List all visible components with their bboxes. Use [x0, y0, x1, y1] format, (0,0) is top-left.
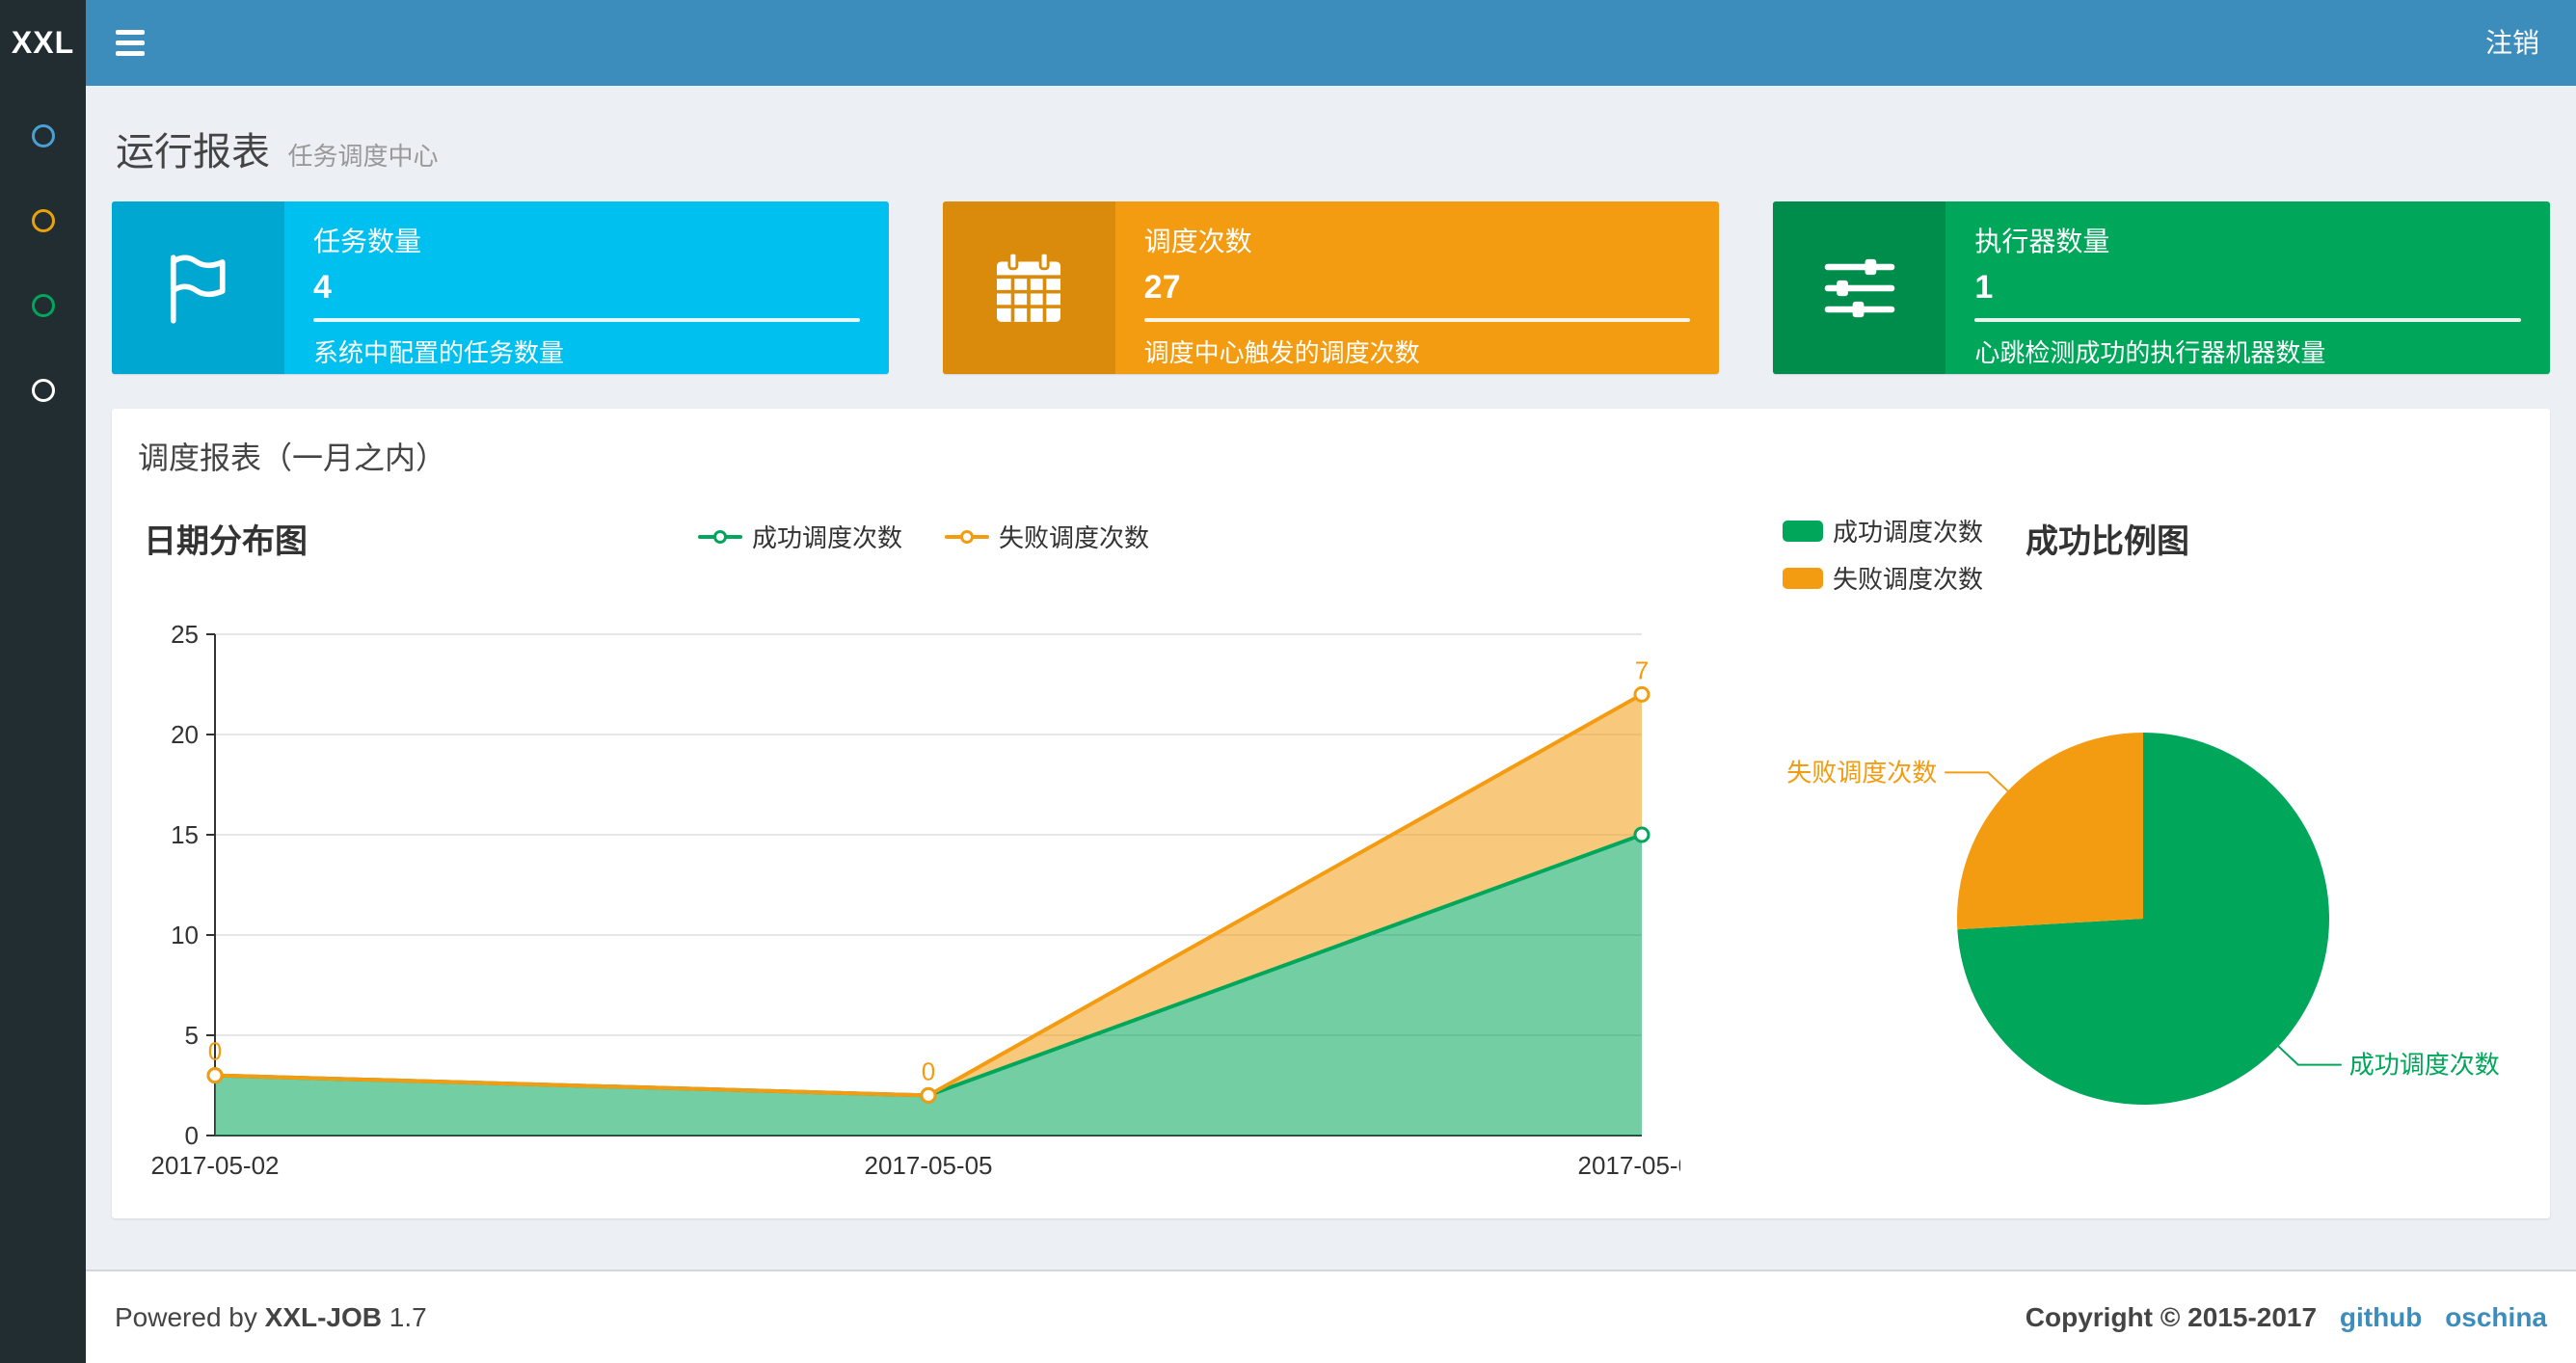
- legend-swatch: [1783, 520, 1823, 542]
- product-name: XXL-JOB: [264, 1301, 383, 1332]
- svg-text:20: 20: [171, 720, 199, 749]
- copyright-text: Copyright © 2015-2017: [2025, 1301, 2318, 1332]
- navbar-spacer: [174, 0, 2449, 86]
- info-box-desc: 系统中配置的任务数量: [313, 338, 565, 367]
- pie-chart-svg[interactable]: 成功调度次数 失败调度次数: [1709, 596, 2524, 1116]
- panel-body: 日期分布图 成功调度次数 失败调度次数 0 5 10 15 20 25 2017-05-02…: [112, 497, 2550, 1218]
- panel-title: 调度报表（一月之内）: [138, 441, 447, 475]
- svg-text:0: 0: [208, 1037, 222, 1066]
- info-box-content: 调度次数 27 调度中心触发的调度次数: [1115, 201, 1720, 374]
- svg-text:15: 15: [171, 820, 199, 849]
- legend-marker-dot: [712, 529, 727, 544]
- legend-item-fail[interactable]: 失败调度次数: [945, 519, 1149, 554]
- circle-icon: [31, 209, 55, 232]
- info-box-desc: 心跳检测成功的执行器机器数量: [1974, 338, 2326, 367]
- github-link[interactable]: github: [2340, 1302, 2423, 1332]
- circle-icon: [31, 379, 55, 402]
- sidebar-item-logs[interactable]: [0, 263, 86, 348]
- footer: Powered by XXL-JOB 1.7 Copyright © 2015-…: [86, 1269, 2576, 1363]
- page-header: 运行报表 任务调度中心: [112, 86, 2550, 201]
- info-box-executor-count: 执行器数量 1 心跳检测成功的执行器机器数量: [1773, 201, 2551, 374]
- svg-text:0: 0: [922, 1056, 935, 1085]
- pie-chart-section: 成功调度次数 失败调度次数 成功比例图 成功调度次数 失败调度次数: [1709, 505, 2524, 1193]
- logout-button[interactable]: 注销: [2449, 0, 2576, 86]
- powered-by-prefix: Powered by: [115, 1301, 257, 1332]
- info-box-value: 4: [313, 269, 332, 306]
- line-legend-marker: [945, 529, 989, 544]
- info-box-desc: 调度中心触发的调度次数: [1143, 338, 1420, 367]
- legend-item-fail[interactable]: 失败调度次数: [1783, 560, 1983, 596]
- hamburger-icon: [116, 30, 145, 35]
- pie-chart-title: 成功比例图: [2026, 523, 2190, 560]
- info-box-label: 调度次数: [1143, 227, 1252, 256]
- info-box-content: 任务数量 4 系统中配置的任务数量: [284, 201, 889, 374]
- page-subtitle: 任务调度中心: [287, 142, 439, 171]
- sidebar: [0, 86, 86, 1363]
- info-box-value: 27: [1143, 269, 1181, 306]
- svg-text:2017-05-05: 2017-05-05: [865, 1151, 993, 1180]
- svg-text:7: 7: [1635, 655, 1649, 684]
- line-legend-marker: [697, 529, 742, 544]
- svg-text:5: 5: [185, 1021, 199, 1050]
- report-panel: 调度报表（一月之内） 日期分布图 成功调度次数 失败调度次数 0 5 10 15…: [112, 409, 2550, 1218]
- legend-swatch: [1783, 567, 1823, 589]
- calendar-icon: [997, 251, 1061, 322]
- sidebar-item-report[interactable]: [0, 94, 86, 178]
- info-box-icon-area: [112, 201, 284, 374]
- oschina-link[interactable]: oschina: [2445, 1302, 2547, 1332]
- line-chart-header: 日期分布图 成功调度次数 失败调度次数: [138, 505, 1709, 567]
- info-box-row: 任务数量 4 系统中配置的任务数量 调度次数 27 调度中心触发的调度次数 执行…: [112, 201, 2551, 374]
- info-box-label: 任务数量: [313, 227, 422, 256]
- product-version: 1.7: [389, 1301, 427, 1332]
- copyright: Copyright © 2015-2017 github oschina: [2026, 1302, 2547, 1333]
- sliders-icon: [1824, 258, 1895, 317]
- hamburger-icon: [116, 51, 145, 56]
- content-area: 运行报表 任务调度中心 任务数量 4 系统中配置的任务数量 调度次数 27 调度…: [86, 86, 2576, 1269]
- hamburger-icon: [116, 40, 145, 45]
- svg-text:0: 0: [185, 1121, 199, 1150]
- svg-text:10: 10: [171, 921, 199, 949]
- legend-label: 失败调度次数: [1833, 565, 1984, 594]
- info-box-icon-area: [942, 201, 1115, 374]
- line-chart-legend: 成功调度次数 失败调度次数: [138, 505, 1709, 554]
- page-title: 运行报表: [116, 131, 270, 174]
- circle-icon: [31, 124, 55, 147]
- line-chart-section: 日期分布图 成功调度次数 失败调度次数 0 5 10 15 20 25 2017-05-02…: [138, 505, 1709, 1193]
- svg-text:失败调度次数: 失败调度次数: [1786, 758, 1937, 787]
- info-box-trigger-count: 调度次数 27 调度中心触发的调度次数: [942, 201, 1720, 374]
- legend-item-success[interactable]: 成功调度次数: [1783, 513, 1983, 548]
- svg-text:25: 25: [171, 620, 199, 649]
- info-box-progress: [313, 318, 860, 322]
- circle-icon: [31, 294, 55, 317]
- info-box-value: 1: [1974, 269, 1994, 306]
- svg-text:2017-05-02: 2017-05-02: [151, 1151, 280, 1180]
- info-box-label: 执行器数量: [1974, 227, 2110, 256]
- sidebar-item-executors[interactable]: [0, 348, 86, 433]
- info-box-progress: [1974, 318, 2522, 322]
- info-box-icon-area: [1773, 201, 1946, 374]
- info-box-job-count: 任务数量 4 系统中配置的任务数量: [112, 201, 889, 374]
- legend-label: 失败调度次数: [999, 523, 1150, 552]
- top-navbar: XXL 注销: [0, 0, 2576, 86]
- line-chart-svg[interactable]: 05101520252017-05-022017-05-052017-05-08…: [138, 567, 1681, 1193]
- line-chart-title: 日期分布图: [144, 523, 308, 560]
- info-box-content: 执行器数量 1 心跳检测成功的执行器机器数量: [1945, 201, 2550, 374]
- pie-chart-legend: 成功调度次数 失败调度次数: [1783, 513, 1983, 596]
- legend-label: 成功调度次数: [1833, 518, 1984, 547]
- flag-icon: [170, 254, 226, 324]
- pie-chart-header: 成功调度次数 失败调度次数 成功比例图: [1783, 505, 2524, 596]
- sidebar-item-jobs[interactable]: [0, 178, 86, 263]
- info-box-progress: [1143, 318, 1691, 322]
- svg-text:成功调度次数: 成功调度次数: [2349, 1051, 2500, 1080]
- sidebar-toggle-button[interactable]: [86, 0, 174, 86]
- legend-marker-dot: [960, 529, 974, 544]
- powered-by: Powered by XXL-JOB 1.7: [115, 1302, 427, 1333]
- legend-label: 成功调度次数: [751, 523, 902, 552]
- app-logo[interactable]: XXL: [0, 0, 86, 86]
- legend-item-success[interactable]: 成功调度次数: [697, 519, 902, 554]
- svg-text:2017-05-08: 2017-05-08: [1578, 1151, 1681, 1180]
